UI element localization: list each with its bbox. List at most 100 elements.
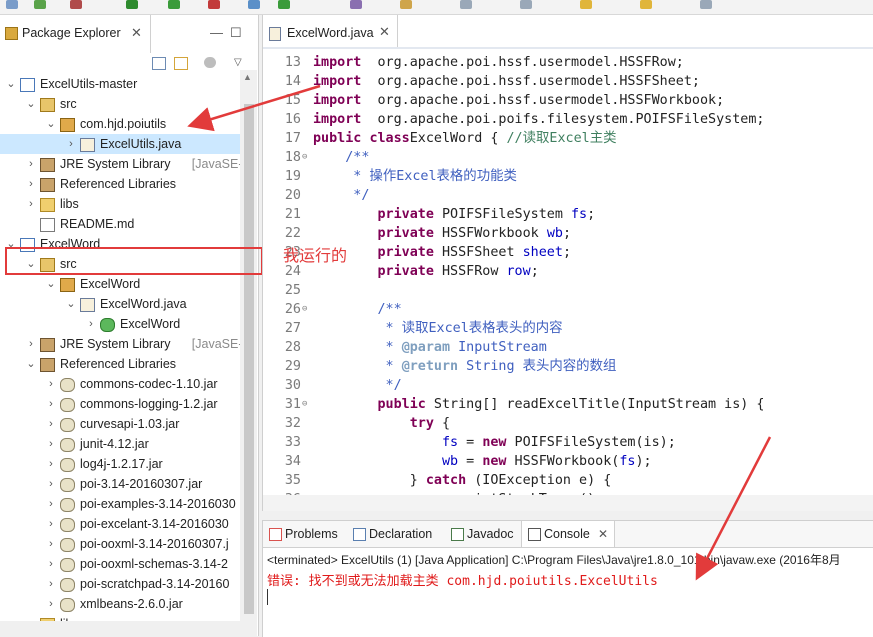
tree-item[interactable]: › poi-excelant-3.14-2016030: [0, 514, 240, 534]
expand-twistie-icon[interactable]: ›: [46, 594, 56, 614]
tab-problems[interactable]: Problems: [263, 521, 349, 547]
tree-item[interactable]: › commons-logging-1.2.jar: [0, 394, 240, 414]
expand-twistie-icon[interactable]: ›: [26, 194, 36, 214]
tree-item[interactable]: ⌄ com.hjd.poiutils: [0, 114, 240, 134]
tree-item[interactable]: README.md: [0, 214, 240, 234]
code-line[interactable]: 13 import org.apache.poi.hssf.usermodel.H…: [263, 53, 873, 72]
expand-twistie-icon[interactable]: ›: [46, 554, 56, 574]
collapse-all-icon[interactable]: [152, 57, 166, 70]
tree-item[interactable]: › JRE System Library [JavaSE-1.6: [0, 154, 240, 174]
tree-item[interactable]: › poi-ooxml-schemas-3.14-2: [0, 554, 240, 574]
maximize-icon[interactable]: ☐: [230, 25, 242, 41]
expand-twistie-icon[interactable]: ›: [46, 534, 56, 554]
tree-item[interactable]: › poi-examples-3.14-2016030: [0, 494, 240, 514]
tree-item[interactable]: › curvesapi-1.03.jar: [0, 414, 240, 434]
close-icon[interactable]: ✕: [379, 24, 390, 40]
editor-tab[interactable]: ExcelWord.java ✕: [263, 15, 398, 47]
tab-declaration[interactable]: Declaration: [347, 521, 433, 547]
collapse-twistie-icon[interactable]: ⌄: [26, 94, 36, 114]
tree-item[interactable]: › poi-3.14-20160307.jar: [0, 474, 240, 494]
tree-item[interactable]: › xmlbeans-2.6.0.jar: [0, 594, 240, 614]
code-line[interactable]: 33 fs = new POIFSFileSystem(is);: [263, 433, 873, 452]
scroll-up-icon[interactable]: ▲: [243, 72, 252, 82]
code-line[interactable]: 17 public classExcelWord { //读取Excel主类: [263, 129, 873, 148]
expand-twistie-icon[interactable]: ›: [46, 394, 56, 414]
tree-item[interactable]: ⌄ ExcelWord.java: [0, 294, 240, 314]
code-line[interactable]: 28 * @param InputStream: [263, 338, 873, 357]
focus-icon[interactable]: [204, 57, 216, 68]
code-line[interactable]: 34 wb = new HSSFWorkbook(fs);: [263, 452, 873, 471]
expand-twistie-icon[interactable]: ›: [46, 574, 56, 594]
code-line[interactable]: 16 import org.apache.poi.poifs.filesystem…: [263, 110, 873, 129]
open-type-icon[interactable]: [350, 0, 362, 9]
code-area[interactable]: 13 import org.apache.poi.hssf.usermodel.H…: [263, 53, 873, 503]
tree-item[interactable]: ⌄ ExcelWord: [0, 274, 240, 294]
tree-item[interactable]: › libs: [0, 194, 240, 214]
code-line[interactable]: 32 try {: [263, 414, 873, 433]
expand-twistie-icon[interactable]: ›: [26, 154, 36, 174]
collapse-twistie-icon[interactable]: ⌄: [26, 354, 36, 374]
code-line[interactable]: 29 * @return String 表头内容的数组: [263, 357, 873, 376]
minimize-icon[interactable]: —: [210, 25, 223, 40]
new-icon[interactable]: [6, 0, 18, 9]
code-line[interactable]: 14 import org.apache.poi.hssf.usermodel.H…: [263, 72, 873, 91]
tree-item[interactable]: › ExcelUtils.java: [0, 134, 240, 154]
code-line[interactable]: 23 private HSSFSheet sheet;: [263, 243, 873, 262]
fold-toggle-icon[interactable]: ⊖: [302, 148, 307, 167]
code-line[interactable]: 22 private HSSFWorkbook wb;: [263, 224, 873, 243]
tab-javadoc[interactable]: Javadoc: [445, 521, 531, 547]
expand-twistie-icon[interactable]: ›: [46, 434, 56, 454]
annotation-nav-icon[interactable]: [460, 0, 472, 9]
code-line[interactable]: 31 ⊖ public String[] readExcelTitle(Input…: [263, 395, 873, 414]
forward-icon[interactable]: [640, 0, 652, 9]
last-edit-icon[interactable]: [520, 0, 532, 9]
code-line[interactable]: 27 * 读取Excel表格表头的内容: [263, 319, 873, 338]
code-line[interactable]: 18 ⊖ /**: [263, 148, 873, 167]
tree-item[interactable]: › log4j-1.2.17.jar: [0, 454, 240, 474]
new-java-project-icon[interactable]: [248, 0, 260, 9]
tree-item[interactable]: › Referenced Libraries: [0, 174, 240, 194]
tree-horizontal-scrollbar[interactable]: [0, 621, 240, 636]
fold-toggle-icon[interactable]: ⊖: [302, 300, 307, 319]
tree-item[interactable]: ⌄ Referenced Libraries: [0, 354, 240, 374]
scrollbar-thumb[interactable]: [244, 104, 254, 614]
expand-twistie-icon[interactable]: ›: [26, 174, 36, 194]
expand-twistie-icon[interactable]: ›: [46, 474, 56, 494]
expand-twistie-icon[interactable]: ›: [46, 494, 56, 514]
tree-item[interactable]: › ExcelWord: [0, 314, 240, 334]
expand-twistie-icon[interactable]: ›: [46, 454, 56, 474]
run-dropdown-icon[interactable]: [168, 0, 180, 9]
expand-twistie-icon[interactable]: ›: [46, 414, 56, 434]
expand-twistie-icon[interactable]: ›: [86, 314, 96, 334]
expand-twistie-icon[interactable]: ›: [46, 514, 56, 534]
stop-icon[interactable]: [70, 0, 82, 9]
fold-toggle-icon[interactable]: ⊖: [302, 395, 307, 414]
debug-icon[interactable]: [34, 0, 46, 9]
code-line[interactable]: 24 private HSSFRow row;: [263, 262, 873, 281]
collapse-twistie-icon[interactable]: ⌄: [6, 74, 16, 94]
run-icon[interactable]: [126, 0, 138, 9]
back-icon[interactable]: [580, 0, 592, 9]
tree-item[interactable]: › JRE System Library [JavaSE-1.8: [0, 334, 240, 354]
pin-icon[interactable]: [700, 0, 712, 9]
external-tools-icon[interactable]: [208, 0, 220, 9]
code-line[interactable]: 25: [263, 281, 873, 300]
tree-item[interactable]: ⌄ src: [0, 94, 240, 114]
collapse-twistie-icon[interactable]: ⌄: [46, 114, 56, 134]
tree-item[interactable]: ⌄ ExcelUtils-master: [0, 74, 240, 94]
tree-item[interactable]: › poi-scratchpad-3.14-20160: [0, 574, 240, 594]
tree-vertical-scrollbar[interactable]: ▲: [240, 70, 257, 636]
package-explorer-tab[interactable]: Package Explorer ✕: [0, 15, 151, 53]
code-line[interactable]: 30 */: [263, 376, 873, 395]
expand-twistie-icon[interactable]: ›: [66, 134, 76, 154]
collapse-twistie-icon[interactable]: ⌄: [66, 294, 76, 314]
tree-item[interactable]: › junit-4.12.jar: [0, 434, 240, 454]
editor-horizontal-scrollbar[interactable]: [263, 495, 873, 511]
code-line[interactable]: 26 ⊖ /**: [263, 300, 873, 319]
new-class-icon[interactable]: [278, 0, 290, 9]
view-menu-icon[interactable]: ▽: [234, 57, 246, 68]
code-line[interactable]: 20 */: [263, 186, 873, 205]
close-icon[interactable]: ✕: [598, 527, 608, 541]
code-line[interactable]: 19 * 操作Excel表格的功能类: [263, 167, 873, 186]
tree-item[interactable]: › poi-ooxml-3.14-20160307.j: [0, 534, 240, 554]
